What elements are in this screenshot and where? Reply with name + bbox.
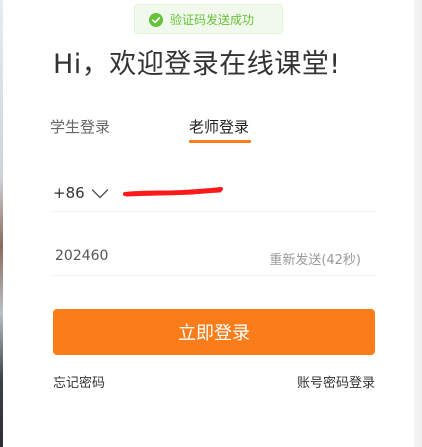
- resend-code-countdown[interactable]: 重新发送(42秒): [269, 249, 361, 268]
- login-button[interactable]: 立即登录: [53, 309, 375, 355]
- verification-code-field: 重新发送(42秒): [53, 240, 375, 276]
- page-title: Hi，欢迎登录在线课堂!: [53, 49, 341, 80]
- verification-code-input[interactable]: [53, 247, 237, 265]
- check-circle-icon: [149, 12, 163, 27]
- toast-message: 验证码发送成功: [170, 12, 255, 27]
- country-code-select[interactable]: +86: [53, 184, 85, 202]
- dialog-right-edge: [414, 0, 422, 447]
- background-page-edge: [0, 0, 3, 447]
- login-dialog: 验证码发送成功 Hi，欢迎登录在线课堂! 学生登录 老师登录 +86 重新发送(…: [0, 0, 422, 447]
- success-toast: 验证码发送成功: [134, 4, 283, 34]
- tab-teacher-login[interactable]: 老师登录: [189, 116, 249, 137]
- forgot-password-link[interactable]: 忘记密码: [53, 372, 105, 391]
- account-password-login-link[interactable]: 账号密码登录: [297, 372, 375, 391]
- tab-student-login[interactable]: 学生登录: [50, 116, 110, 137]
- redacted-phone-number: [123, 183, 223, 197]
- active-tab-indicator: [189, 140, 251, 143]
- chevron-down-icon[interactable]: [91, 185, 109, 199]
- phone-field[interactable]: +86: [53, 176, 375, 212]
